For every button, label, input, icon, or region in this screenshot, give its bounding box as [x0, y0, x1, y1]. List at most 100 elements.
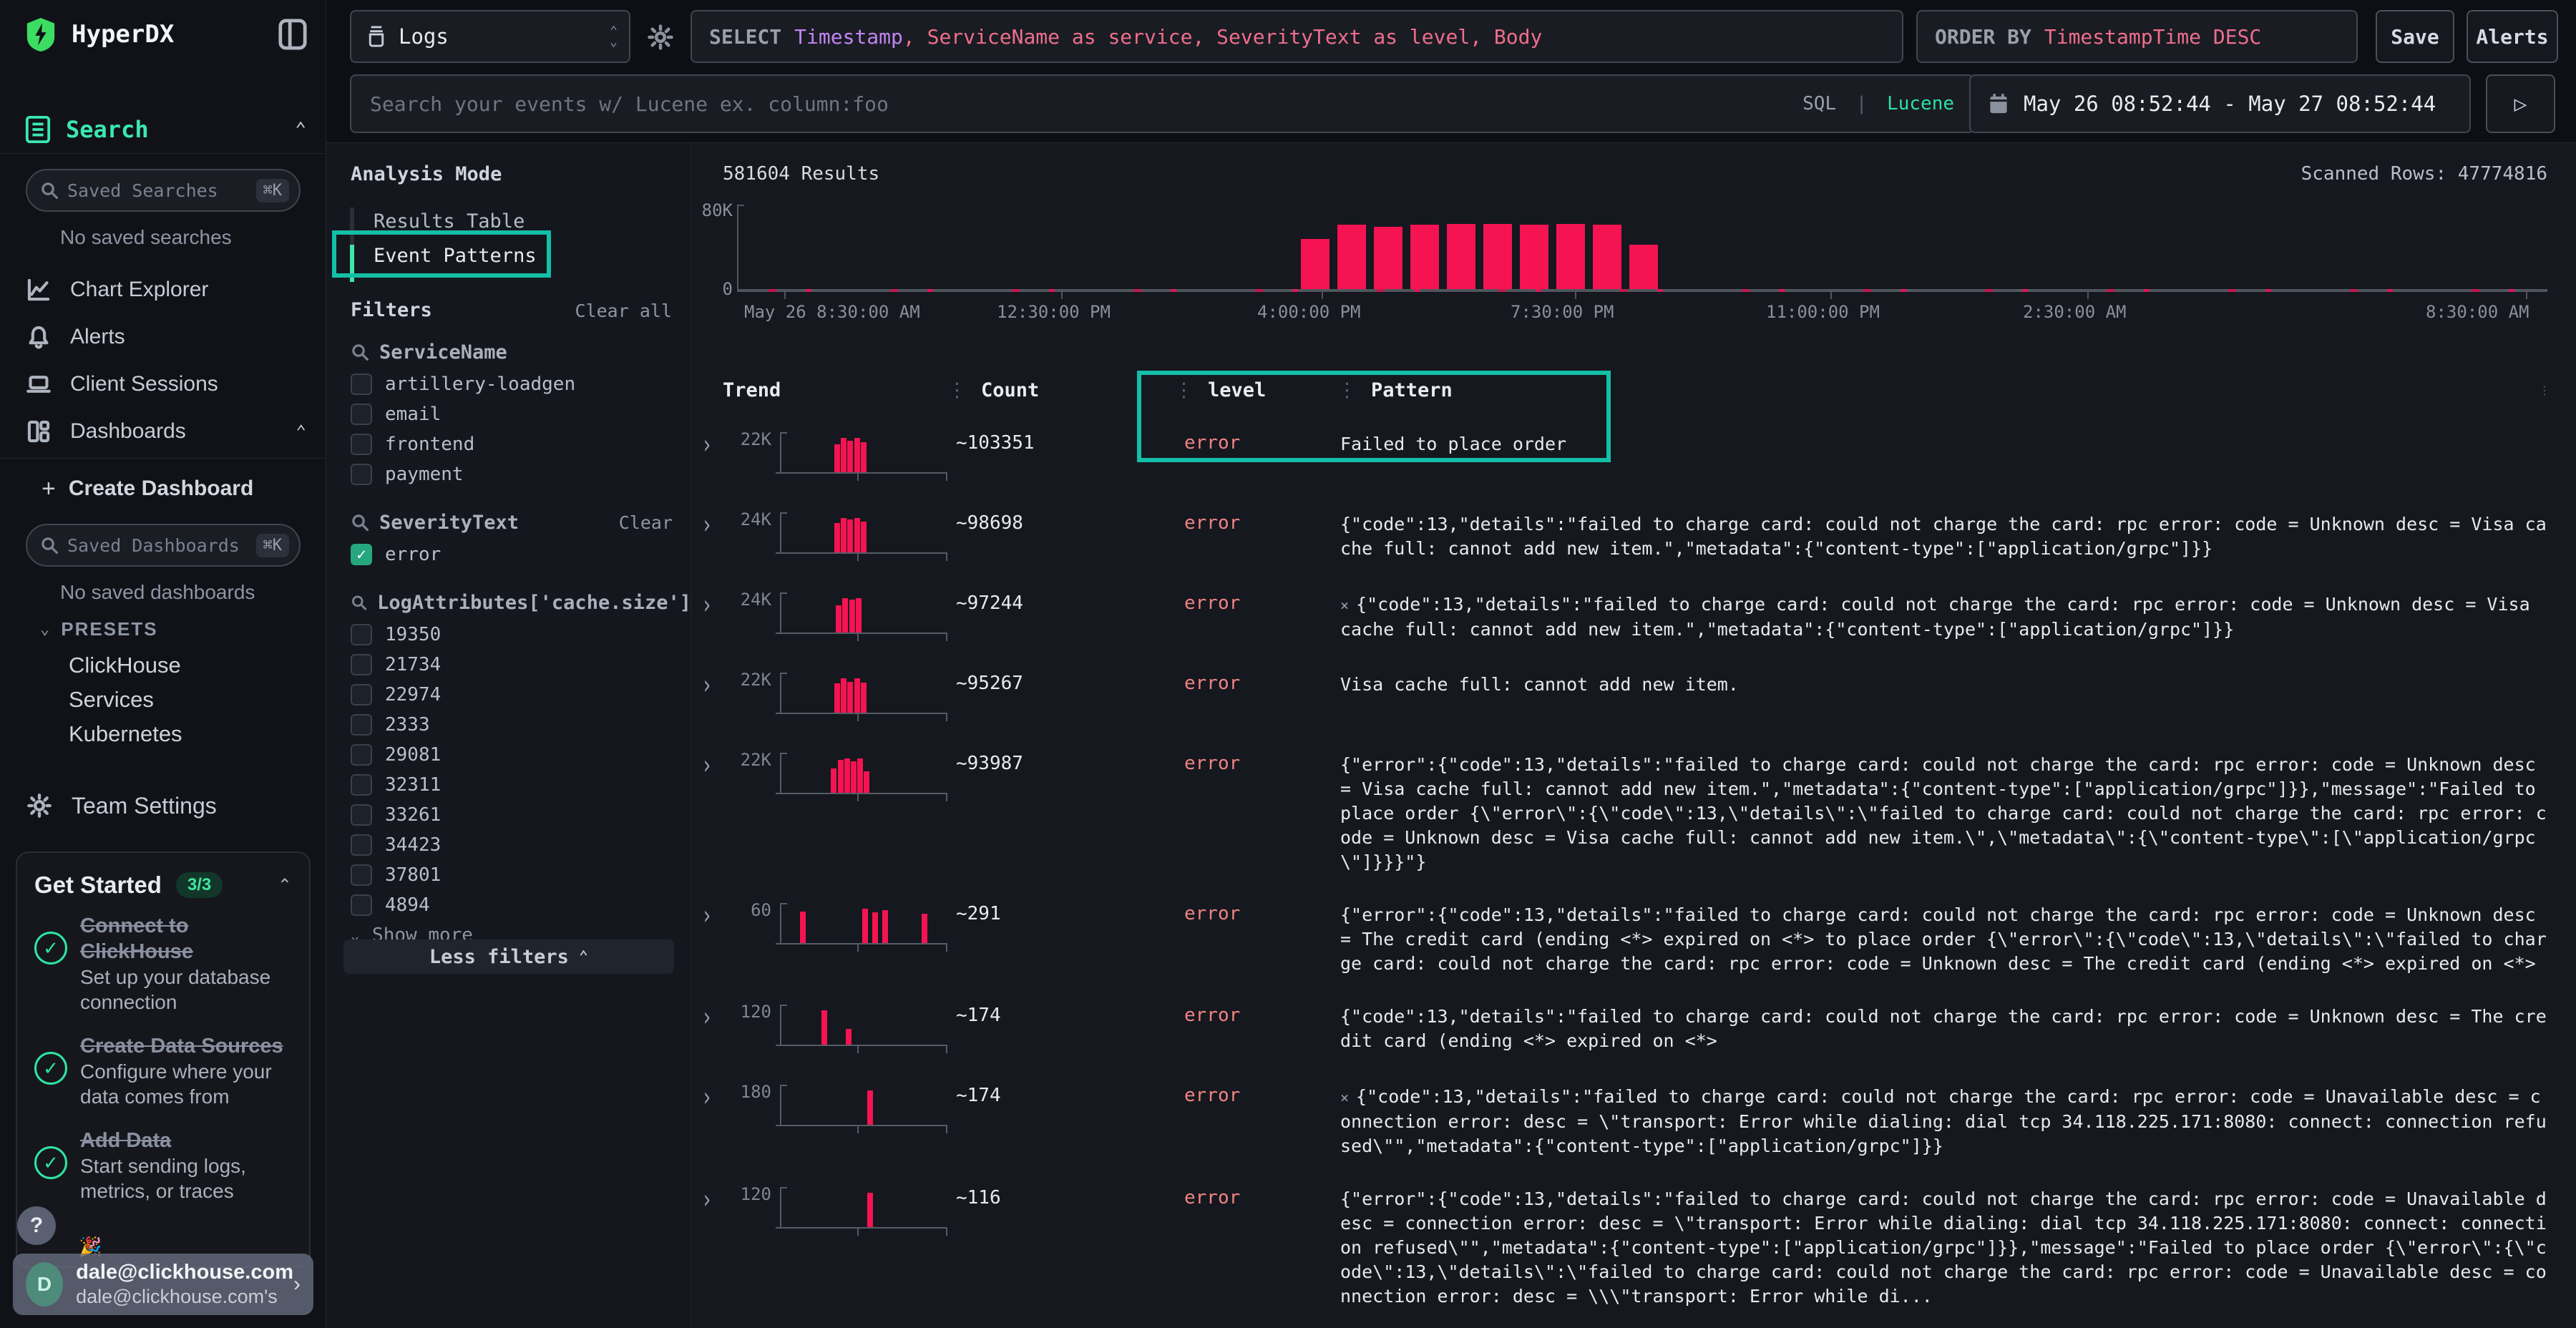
checkbox[interactable] [351, 894, 372, 916]
select-query-input[interactable]: SELECT Timestamp, ServiceName as service… [691, 10, 1903, 63]
filter-group-name: ServiceName [379, 341, 507, 363]
row-expand-chevron-icon[interactable]: › [691, 575, 720, 620]
chevron-up-icon[interactable]: ⌃ [278, 875, 292, 896]
get-started-item[interactable]: ✓ Create Data Sources Configure where yo… [34, 1033, 292, 1109]
checkbox-checked[interactable]: ✓ [351, 544, 372, 565]
row-expand-chevron-icon[interactable]: › [691, 1319, 720, 1328]
mode-lucene-toggle[interactable]: Lucene [1887, 93, 1954, 114]
filter-option-2333[interactable]: 2333 [326, 710, 691, 740]
sidebar-item-search[interactable]: Search ⌃ [0, 107, 326, 152]
checkbox[interactable] [351, 864, 372, 886]
filter-option-artillery-loadgen[interactable]: artillery-loadgen [326, 369, 691, 399]
filter-option-29081[interactable]: 29081 [326, 740, 691, 770]
pattern-row[interactable]: ›120 ~174error{"code":13,"details":"fail… [691, 983, 2576, 1063]
pattern-row[interactable]: ›60 ~291error{"error":{"code":13,"detail… [691, 882, 2576, 983]
filter-option-34423[interactable]: 34423 [326, 830, 691, 860]
preset-item-services[interactable]: Services [0, 684, 326, 716]
get-started-item[interactable]: ✓ Add Data Start sending logs, metrics, … [34, 1128, 292, 1204]
filter-option-error[interactable]: ✓error [326, 540, 691, 570]
row-expand-chevron-icon[interactable]: › [691, 735, 720, 781]
sidebar-collapse-icon[interactable] [278, 18, 308, 51]
histogram-bar [1483, 224, 1512, 289]
row-expand-chevron-icon[interactable]: › [691, 987, 720, 1032]
checkbox[interactable] [351, 834, 372, 856]
row-expand-chevron-icon[interactable]: › [691, 1169, 720, 1215]
get-started-item[interactable]: ✓ Connect to ClickHouse Set up your data… [34, 913, 292, 1015]
chevron-up-icon[interactable]: ⌃ [296, 421, 306, 441]
checkbox[interactable] [351, 804, 372, 826]
dismiss-x-icon[interactable]: × [1340, 597, 1349, 614]
filter-group-clear[interactable]: Clear [619, 512, 673, 533]
lucene-search-input[interactable]: Search your events w/ Lucene ex. column:… [350, 74, 1974, 133]
col-pattern[interactable]: ⋮Pattern [1337, 379, 2576, 401]
col-count[interactable]: ⋮Count [947, 379, 1174, 401]
help-button[interactable]: ? [17, 1206, 56, 1245]
preset-item-kubernetes[interactable]: Kubernetes [0, 718, 326, 750]
pattern-row[interactable]: ›22K ~93987error{"error":{"code":13,"det… [691, 731, 2576, 882]
sidebar-item-chart-explorer[interactable]: Chart Explorer [0, 270, 326, 309]
col-level[interactable]: ⋮level [1174, 379, 1337, 401]
row-expand-chevron-icon[interactable]: › [691, 494, 720, 540]
sidebar-item-alerts[interactable]: Alerts [0, 318, 326, 356]
pattern-level: error [1174, 892, 1337, 924]
sidebar-item-dashboards[interactable]: Dashboards ⌃ [0, 412, 326, 451]
filter-option-frontend[interactable]: frontend [326, 429, 691, 459]
pattern-row[interactable]: ›24K ~98698error{"code":13,"details":"fa… [691, 491, 2576, 571]
filter-option-37801[interactable]: 37801 [326, 860, 691, 890]
filter-option-19350[interactable]: 19350 [326, 620, 691, 650]
preset-item-clickhouse[interactable]: ClickHouse [0, 650, 326, 681]
saved-searches-input[interactable]: Saved Searches ⌘K [26, 169, 301, 212]
col-trend[interactable]: Trend [720, 379, 947, 401]
less-filters-button[interactable]: Less filters ⌃ [343, 939, 674, 974]
sidebar-item-team-settings[interactable]: Team Settings [0, 786, 326, 826]
mode-results-table[interactable]: Results Table [374, 210, 525, 233]
filter-option-payment[interactable]: payment [326, 459, 691, 489]
chevron-up-icon[interactable]: ⌃ [295, 119, 306, 140]
filter-option-33261[interactable]: 33261 [326, 800, 691, 830]
date-range-picker[interactable]: May 26 08:52:44 - May 27 08:52:44 [1969, 74, 2471, 133]
checkbox[interactable] [351, 654, 372, 675]
pattern-rows: ›22K ~103351errorFailed to place order›2… [691, 411, 2576, 1328]
row-expand-chevron-icon[interactable]: › [691, 414, 720, 460]
checkbox[interactable] [351, 464, 372, 485]
row-expand-chevron-icon[interactable]: › [691, 885, 720, 931]
filter-option-4894[interactable]: 4894 [326, 890, 691, 920]
checkbox[interactable] [351, 714, 372, 736]
pattern-row[interactable]: ›120 ~116error{"error":{"code":13,"detai… [691, 1166, 2576, 1316]
pattern-row[interactable]: ›180 ~174error×{"code":13,"details":"fai… [691, 1063, 2576, 1166]
filter-option-22974[interactable]: 22974 [326, 680, 691, 710]
source-select[interactable]: Logs ⌃⌃ [350, 10, 630, 63]
pattern-text: ×{"code":13,"details":"failed to charge … [1337, 1073, 2576, 1158]
user-menu[interactable]: D dale@clickhouse.com dale@clickhouse.co… [13, 1254, 313, 1315]
checkbox[interactable] [351, 404, 372, 425]
filter-option-21734[interactable]: 21734 [326, 650, 691, 680]
alerts-button[interactable]: Alerts [2467, 10, 2558, 63]
mode-event-patterns[interactable]: Event Patterns [374, 245, 537, 267]
checkbox[interactable] [351, 744, 372, 766]
pattern-row[interactable]: ›22K ~95267errorVisa cache full: cannot … [691, 651, 2576, 731]
mode-sql-toggle[interactable]: SQL [1802, 93, 1836, 114]
checkbox[interactable] [351, 774, 372, 796]
sidebar-item-client-sessions[interactable]: Client Sessions [0, 365, 326, 404]
order-by-input[interactable]: ORDER BY TimestampTime DESC [1916, 10, 2358, 63]
run-query-button[interactable]: ▷ [2486, 74, 2555, 133]
filter-option-32311[interactable]: 32311 [326, 770, 691, 800]
dismiss-x-icon[interactable]: × [1340, 1089, 1349, 1106]
row-expand-chevron-icon[interactable]: › [691, 655, 720, 700]
table-options-kebab-icon[interactable]: ⋮ [2539, 384, 2550, 397]
row-expand-chevron-icon[interactable]: › [691, 1067, 720, 1113]
create-dashboard-button[interactable]: + Create Dashboard [0, 471, 326, 507]
source-gear-icon[interactable] [646, 23, 675, 52]
checkbox[interactable] [351, 624, 372, 645]
pattern-row[interactable]: ›24K ~97244error×{"code":13,"details":"f… [691, 571, 2576, 651]
presets-toggle[interactable]: ⌄ PRESETS [0, 614, 326, 644]
checkbox[interactable] [351, 374, 372, 395]
pattern-row[interactable]: ›60 ~116error×{"code":13,"details":"fail… [691, 1316, 2576, 1328]
checkbox[interactable] [351, 684, 372, 706]
clear-all-button[interactable]: Clear all [575, 301, 672, 321]
save-button[interactable]: Save [2376, 10, 2454, 63]
checkbox[interactable] [351, 434, 372, 455]
filter-option-email[interactable]: email [326, 399, 691, 429]
pattern-row[interactable]: ›22K ~103351errorFailed to place order [691, 411, 2576, 491]
saved-dashboards-input[interactable]: Saved Dashboards ⌘K [26, 524, 301, 567]
